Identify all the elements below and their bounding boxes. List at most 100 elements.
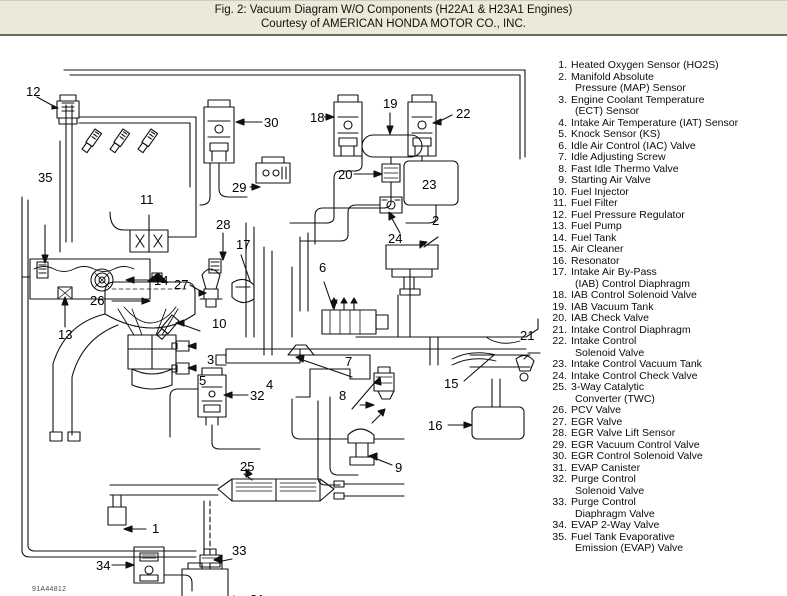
legend-item-label: IAB Check Valve bbox=[571, 312, 650, 324]
callout-35: 35 bbox=[38, 170, 52, 185]
component-35-evap-valve bbox=[36, 261, 49, 279]
legend-item-26: 26. PCV Valve bbox=[552, 404, 787, 417]
arrowhead-30 bbox=[235, 118, 245, 126]
legend-item-label: Purge Control bbox=[571, 496, 636, 508]
legend-item-number: 33. bbox=[552, 496, 567, 508]
legend-item-label: EVAP 2-Way Valve bbox=[571, 519, 660, 531]
callout-26: 26 bbox=[90, 293, 104, 308]
component-2-map-sensor bbox=[385, 244, 439, 296]
component-16-resonator bbox=[471, 378, 525, 440]
figure-title-line-2: Courtesy of AMERICAN HONDA MOTOR CO., IN… bbox=[261, 17, 526, 30]
legend-item-1: 1. Heated Oxygen Sensor (HO2S) bbox=[552, 59, 787, 72]
legend-item-number: 2. bbox=[558, 70, 567, 83]
legend-item-label: Intake Control bbox=[571, 335, 637, 347]
legend-item-number: 15. bbox=[552, 243, 567, 255]
legend-item-34: 34. EVAP 2-Way Valve bbox=[552, 519, 787, 532]
hose-32-down bbox=[211, 424, 261, 450]
legend-item-label: Intake Control Vacuum Tank bbox=[571, 358, 702, 370]
legend-item-label-continued: Pressure (MAP) Sensor bbox=[575, 82, 686, 94]
arrowhead-33 bbox=[213, 554, 223, 564]
legend-item-number: 32. bbox=[552, 473, 567, 485]
legend-item-label-continued: (ECT) Sensor bbox=[575, 105, 640, 117]
hose-9-left bbox=[291, 398, 349, 440]
component-29-egr-vacuum-control-valve bbox=[255, 156, 291, 184]
callout-12: 12 bbox=[26, 84, 40, 99]
callout-34: 34 bbox=[96, 558, 110, 573]
legend-item-label: EGR Control Solenoid Valve bbox=[571, 450, 703, 462]
legend-item-number: 13. bbox=[552, 220, 567, 232]
callout-23: 23 bbox=[422, 177, 436, 192]
callout-13: 13 bbox=[58, 327, 72, 342]
legend-item-label: Idle Adjusting Screw bbox=[571, 151, 666, 163]
legend-item-label-continued: Emission (EVAP) Valve bbox=[575, 542, 684, 554]
arrowhead-9 bbox=[368, 452, 378, 461]
figure-code: 91A44812 bbox=[32, 586, 66, 593]
component-31-evap-canister bbox=[181, 562, 229, 596]
callout-14: 14 bbox=[154, 273, 168, 288]
legend-item-11: 11. Fuel Filter bbox=[552, 197, 787, 210]
legend-item-number: 9. bbox=[558, 174, 567, 186]
component-34-evap-2way-valve bbox=[133, 546, 165, 584]
callout-10: 10 bbox=[212, 316, 226, 331]
fuel-rail-2 bbox=[78, 122, 191, 188]
component-17-iab-control-diaphragm bbox=[231, 278, 255, 304]
legend-item-number: 1. bbox=[558, 59, 567, 71]
arrowhead-8 bbox=[373, 376, 382, 386]
component-13-fuel-pump bbox=[90, 268, 114, 292]
legend-item-32: 32. Purge Control bbox=[552, 473, 787, 486]
hose-filter-out bbox=[167, 186, 197, 238]
callout-33: 33 bbox=[232, 543, 246, 558]
legend-item-number: 17. bbox=[552, 266, 567, 278]
legend-item-number: 34. bbox=[552, 519, 567, 531]
vacuum-schematic: 1 2 3 4 5 6 7 8 9 10 11 12 13 14 15 16 1… bbox=[0, 37, 548, 596]
callout-11: 11 bbox=[140, 192, 154, 207]
schematic-svg: 1 2 3 4 5 6 7 8 9 10 11 12 13 14 15 16 1… bbox=[21, 69, 541, 596]
legend-item-9: 9. Starting Air Valve bbox=[552, 174, 787, 187]
legend-item-number: 5. bbox=[558, 128, 567, 140]
callout-28: 28 bbox=[216, 217, 230, 232]
callout-1: 1 bbox=[152, 521, 159, 536]
callout-5: 5 bbox=[199, 373, 206, 388]
legend-item-label: Purge Control bbox=[571, 473, 636, 485]
callout-8: 8 bbox=[339, 388, 346, 403]
legend-item-13: 13. Fuel Pump bbox=[552, 220, 787, 233]
component-27-egr-valve bbox=[199, 268, 223, 308]
component-3-ect-sensor bbox=[171, 340, 190, 352]
callout-7: 7 bbox=[345, 354, 352, 369]
arrowhead-16 bbox=[463, 421, 473, 429]
callout-2: 2 bbox=[432, 213, 439, 228]
component-1-heated-oxygen-sensor bbox=[107, 494, 127, 526]
component-11-fuel-filter bbox=[129, 229, 169, 253]
legend-item-number: 22. bbox=[552, 335, 567, 347]
callout-20: 20 bbox=[338, 167, 352, 182]
legend-item-label: Fuel Filter bbox=[571, 197, 618, 209]
callout-17: 17 bbox=[236, 237, 250, 252]
legend-item-label: IAB Control Solenoid Valve bbox=[571, 289, 697, 301]
legend-item-number: 23. bbox=[552, 358, 567, 370]
legend-item-number: 3. bbox=[558, 93, 567, 106]
fuel-rail bbox=[78, 116, 197, 188]
arrowhead-27 bbox=[198, 289, 207, 297]
legend-item-20: 20. IAB Check Valve bbox=[552, 312, 787, 325]
legend-item-number: 28. bbox=[552, 427, 567, 439]
callout-21: 21 bbox=[520, 328, 534, 343]
legend-item-label: Intake Air By-Pass bbox=[571, 266, 657, 278]
legend-item-22: 22. Intake Control bbox=[552, 335, 787, 348]
legend-item-5: 5. Knock Sensor (KS) bbox=[552, 128, 787, 141]
arrowhead-6 bbox=[330, 299, 338, 310]
legend-item-label: PCV Valve bbox=[571, 404, 621, 416]
component-9-starting-air-valve bbox=[347, 428, 375, 466]
legend-item-label: Air Cleaner bbox=[571, 243, 624, 255]
arrowhead-34 bbox=[125, 561, 135, 569]
engine-assembly bbox=[49, 281, 196, 442]
component-25-twc-converter bbox=[217, 478, 345, 502]
callout-29: 29 bbox=[232, 180, 246, 195]
arrowhead-20 bbox=[373, 170, 383, 178]
arrowhead-29 bbox=[251, 183, 261, 191]
legend-item-30: 30. EGR Control Solenoid Valve bbox=[552, 450, 787, 463]
legend-item-label: Starting Air Valve bbox=[571, 174, 651, 186]
legend-item-number: 20. bbox=[552, 312, 567, 324]
component-18-iab-control-solenoid-valve bbox=[333, 94, 363, 157]
callout-15: 15 bbox=[444, 376, 458, 391]
legend-item-label: Knock Sensor (KS) bbox=[571, 128, 661, 140]
